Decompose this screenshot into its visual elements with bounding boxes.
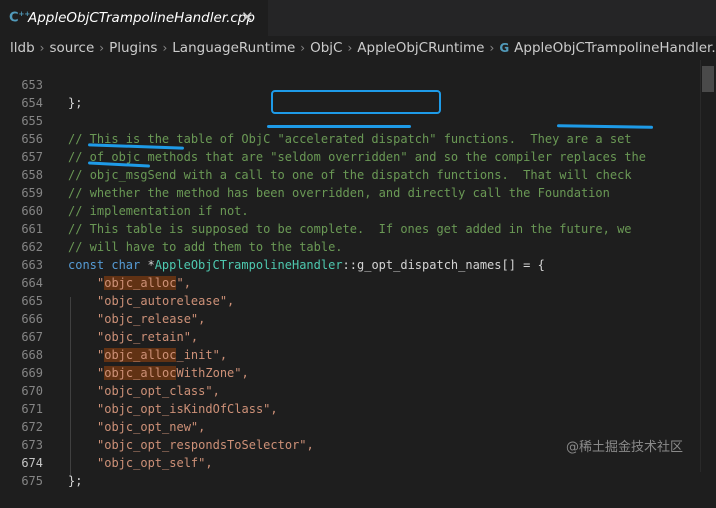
code-line: 662 const char *AppleObjCTrampolineHandl… <box>0 220 700 272</box>
breadcrumb-item-file[interactable]: AppleObjCTrampolineHandler.cpp <box>514 40 716 56</box>
cpp-file-icon: G <box>499 41 510 55</box>
code-editor[interactable]: 653 }; 654 655 // This is the table of O… <box>0 58 716 488</box>
code-line: 671 "objc_opt_new", <box>0 382 700 434</box>
breadcrumb-item-plugins[interactable]: Plugins <box>109 40 157 56</box>
code-line: 668 "objc_allocWithZone", <box>0 328 700 380</box>
code-line: 663 "objc_alloc", <box>0 238 700 290</box>
code-line: 670 "objc_opt_isKindOfClass", <box>0 364 700 416</box>
breadcrumb-item-appleobjcruntime[interactable]: AppleObjCRuntime <box>357 40 484 56</box>
annotation-underline-seldom-overridden <box>267 125 411 128</box>
line-number: 675 <box>21 474 43 488</box>
code-line: 675 <box>0 454 700 488</box>
code-line: 661 // will have to add them to the tabl… <box>0 202 700 254</box>
tab-label: AppleObjCTrampolineHandler.cpp <box>28 10 255 26</box>
chevron-right-icon: › <box>489 41 495 55</box>
code-line: 664 "objc_autorelease", <box>0 256 700 308</box>
code-line: 667 "objc_alloc_init", <box>0 310 700 362</box>
scrollbar-thumb[interactable] <box>702 66 714 92</box>
vertical-scrollbar[interactable] <box>700 60 716 472</box>
code-line: 673 "objc_opt_self", <box>0 418 700 470</box>
code-line: 659 // implementation if not. <box>0 166 700 218</box>
annotation-box-accelerated-dispatch <box>271 90 441 114</box>
chevron-right-icon: › <box>39 41 45 55</box>
breadcrumb-item-objc[interactable]: ObjC <box>310 40 342 56</box>
breadcrumb-item-source[interactable]: source <box>49 40 94 56</box>
close-icon[interactable]: ✕ <box>241 8 254 26</box>
watermark: @稀土掘金技术社区 <box>566 440 684 455</box>
chevron-right-icon: › <box>162 41 168 55</box>
code-line: 672 "objc_opt_respondsToSelector", <box>0 400 700 452</box>
breadcrumb-item-languageruntime[interactable]: LanguageRuntime <box>172 40 295 56</box>
breadcrumb-item-lldb[interactable]: lldb <box>10 40 35 56</box>
chevron-right-icon: › <box>347 41 353 55</box>
code-line: 653 }; <box>0 58 700 110</box>
code-line: 666 "objc_retain", <box>0 292 700 344</box>
code-line: 665 "objc_release", <box>0 274 700 326</box>
code-line: 669 "objc_opt_class", <box>0 346 700 398</box>
chevron-right-icon: › <box>99 41 105 55</box>
code-line: 660 // This table is supposed to be comp… <box>0 184 700 236</box>
tab-apple-objc-trampoline-handler[interactable]: C++ AppleObjCTrampolineHandler.cpp ✕ <box>0 0 268 36</box>
chevron-right-icon: › <box>300 41 306 55</box>
tab-bar: C++ AppleObjCTrampolineHandler.cpp ✕ <box>0 0 716 36</box>
breadcrumb: lldb › source › Plugins › LanguageRuntim… <box>0 36 716 60</box>
